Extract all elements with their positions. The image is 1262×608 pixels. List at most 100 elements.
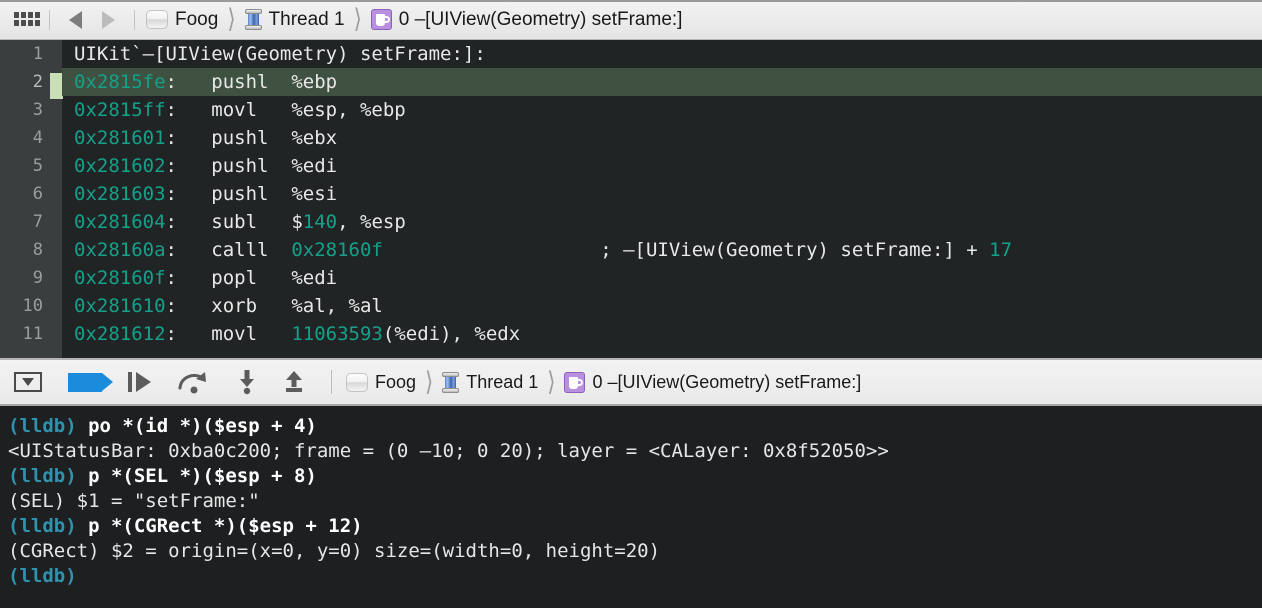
code-text: : popl %edi <box>165 267 338 289</box>
line-number[interactable]: 6 <box>0 180 52 208</box>
code-line[interactable]: 0x28160a: calll 0x28160f ; –[UIView(Geom… <box>62 236 1262 264</box>
forward-arrow-icon[interactable] <box>102 10 115 29</box>
chevron-right-icon: ⟩ <box>547 367 556 397</box>
console-output-line: <UIStatusBar: 0xba0c200; frame = (0 –10;… <box>8 439 1262 464</box>
lldb-prompt: (lldb) <box>8 515 77 537</box>
grid-cell <box>14 19 19 26</box>
code-line[interactable]: 0x281612: movl 11063593(%edi), %edx <box>62 320 1262 348</box>
code-line[interactable]: 0x2815ff: movl %esp, %ebp <box>62 96 1262 124</box>
console-command-text: p *(CGRect *)($esp + 12) <box>76 515 363 537</box>
debug-breadcrumb: Foog ⟩ Thread 1 ⟩ 0 –[UIView(Geometry) s… <box>344 368 863 396</box>
code-address: 0x28160a <box>74 239 166 261</box>
continue-button[interactable] <box>68 369 113 395</box>
line-number[interactable]: 1 <box>0 40 52 68</box>
console-output-text: (SEL) $1 = "setFrame:" <box>8 490 260 512</box>
code-address: 0x281604 <box>74 211 166 233</box>
lldb-prompt: (lldb) <box>8 465 77 487</box>
code-line[interactable]: 0x2815fe: pushl %ebp <box>62 68 1262 96</box>
code-text: : xorb %al, %al <box>165 295 383 317</box>
divider <box>331 370 332 394</box>
line-number[interactable]: 7 <box>0 208 52 236</box>
divider <box>134 9 135 30</box>
lldb-prompt: (lldb) <box>8 565 77 587</box>
related-items-icon[interactable] <box>14 11 40 28</box>
code-address: 0x28160f <box>74 267 166 289</box>
breadcrumb-label: Thread 1 <box>466 372 539 392</box>
code-text: : pushl %esi <box>165 183 338 205</box>
step-into-icon <box>178 372 206 394</box>
line-number[interactable]: 8 <box>0 236 52 264</box>
code-address: 0x2815fe <box>74 71 166 93</box>
debug-bar: Foog ⟩ Thread 1 ⟩ 0 –[UIView(Geometry) s… <box>0 358 1262 406</box>
console-output-text: (CGRect) $2 = origin=(x=0, y=0) size=(wi… <box>8 540 661 562</box>
code-address: 0x281603 <box>74 183 166 205</box>
console-output-text: <UIStatusBar: 0xba0c200; frame = (0 –10;… <box>8 440 889 462</box>
divider <box>49 9 50 30</box>
code-number: 140 <box>302 211 338 233</box>
grid-cell <box>28 11 33 18</box>
project-icon <box>146 10 168 29</box>
grid-cell <box>21 11 26 18</box>
step-into-button[interactable] <box>177 369 211 395</box>
breadcrumb-item-thread[interactable]: Thread 1 <box>243 9 347 30</box>
breadcrumb: Foog ⟩ Thread 1 ⟩ 0 –[UIView(Geometry) s… <box>144 7 684 32</box>
code-text: : calll <box>165 239 292 261</box>
code-line[interactable]: 0x28160f: popl %edi <box>62 264 1262 292</box>
code-text: (%edi), %edx <box>382 323 521 345</box>
line-number[interactable]: 3 <box>0 96 52 124</box>
chevron-right-icon: ⟩ <box>353 7 362 32</box>
line-number[interactable]: 5 <box>0 152 52 180</box>
line-number-gutter[interactable]: 1 2 3 4 5 6 7 8 9 10 11 <box>0 40 52 358</box>
step-out-icon <box>286 371 302 392</box>
code-text: , %esp <box>337 211 406 233</box>
console-output-line: (SEL) $1 = "setFrame:" <box>8 489 1262 514</box>
chevron-right-icon: ⟩ <box>227 7 236 32</box>
line-number[interactable]: 11 <box>0 320 52 348</box>
chevron-right-icon: ⟩ <box>425 367 434 397</box>
continue-icon <box>68 372 113 392</box>
console-command-line: (lldb) <box>8 564 1262 589</box>
code-line-list[interactable]: UIKit`–[UIView(Geometry) setFrame:]: 0x28… <box>62 40 1262 358</box>
debug-breadcrumb-item-thread[interactable]: Thread 1 <box>440 371 540 393</box>
code-line[interactable]: 0x281604: subl $140, %esp <box>62 208 1262 236</box>
lldb-prompt: (lldb) <box>8 415 77 437</box>
code-text: : movl %esp, %ebp <box>165 99 406 121</box>
code-address: 0x2815ff <box>74 99 166 121</box>
code-address: 0x281610 <box>74 295 166 317</box>
line-number[interactable]: 2 <box>0 68 52 96</box>
step-out-button[interactable] <box>283 369 305 395</box>
disassembly-pane[interactable]: 1 2 3 4 5 6 7 8 9 10 11 UIKit`–[UIView(Geometry) s… <box>0 40 1262 358</box>
console-command-line: (lldb) p *(SEL *)($esp + 8) <box>8 464 1262 489</box>
breadcrumb-item-project[interactable]: Foog <box>144 10 220 29</box>
line-number[interactable]: 10 <box>0 292 52 320</box>
code-address: 0x281612 <box>74 323 166 345</box>
code-text: : movl <box>165 323 292 345</box>
lldb-console[interactable]: (lldb) po *(id *)($esp + 4) <UIStatusBar:… <box>0 406 1262 608</box>
code-line[interactable]: 0x281610: xorb %al, %al <box>62 292 1262 320</box>
gutter-separator <box>50 40 63 358</box>
debug-breadcrumb-item-project[interactable]: Foog <box>344 372 418 392</box>
code-text: UIKit`–[UIView(Geometry) setFrame:]: <box>74 43 486 65</box>
code-text: ; –[UIView(Geometry) setFrame:] + <box>382 239 990 261</box>
code-line[interactable]: 0x281602: pushl %edi <box>62 152 1262 180</box>
back-arrow-icon[interactable] <box>69 10 82 29</box>
code-line[interactable]: 0x281601: pushl %ebx <box>62 124 1262 152</box>
stack-frame-icon <box>370 9 392 30</box>
console-command-text: p *(SEL *)($esp + 8) <box>76 465 317 487</box>
stack-frame-icon <box>564 371 586 393</box>
debug-breadcrumb-item-frame[interactable]: 0 –[UIView(Geometry) setFrame:] <box>562 371 863 393</box>
code-line[interactable]: UIKit`–[UIView(Geometry) setFrame:]: <box>62 40 1262 68</box>
grid-cell <box>28 19 33 26</box>
step-over-button[interactable] <box>128 369 151 395</box>
code-line[interactable]: 0x281603: pushl %esi <box>62 180 1262 208</box>
breadcrumb-label: Foog <box>375 372 417 392</box>
console-command-line: (lldb) p *(CGRect *)($esp + 12) <box>8 514 1262 539</box>
code-text: : pushl %ebp <box>165 71 338 93</box>
breadcrumb-item-frame[interactable]: 0 –[UIView(Geometry) setFrame:] <box>369 9 685 30</box>
step-in-instruction-button[interactable] <box>237 369 257 395</box>
line-number[interactable]: 4 <box>0 124 52 152</box>
line-number[interactable]: 9 <box>0 264 52 292</box>
hide-debug-area-button[interactable] <box>14 369 42 395</box>
code-text: : subl $ <box>165 211 303 233</box>
code-number: 17 <box>989 239 1013 261</box>
